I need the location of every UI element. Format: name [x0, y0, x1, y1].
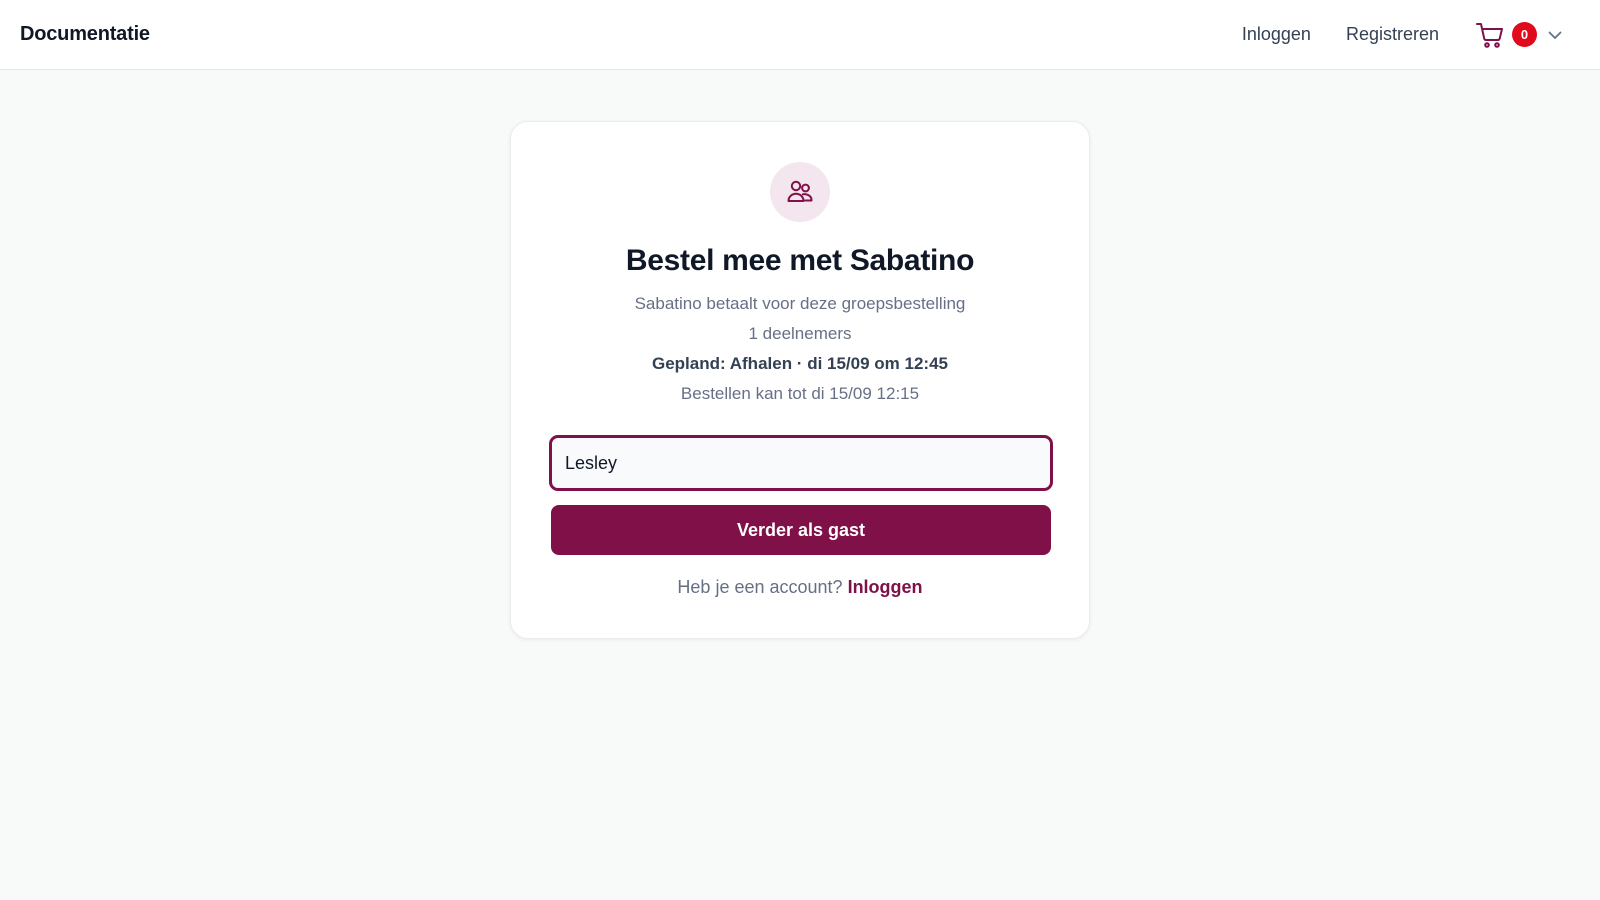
account-login-link[interactable]: Inloggen — [848, 577, 923, 597]
planned-text: Gepland: Afhalen · di 15/09 om 12:45 — [651, 354, 948, 373]
cart-count-badge: 0 — [1512, 22, 1537, 47]
users-icon-circle — [770, 162, 830, 222]
account-prompt-text: Heb je een account? — [677, 577, 843, 597]
brand-title[interactable]: Documentatie — [20, 23, 150, 46]
card-title: Bestel mee met Sabatino — [625, 244, 975, 277]
deadline-text: Bestellen kan tot di 15/09 12:15 — [680, 384, 920, 403]
account-prompt-line: Heb je een account? Inloggen — [511, 577, 1089, 598]
register-link[interactable]: Registreren — [1346, 24, 1439, 45]
participants-text: 1 deelnemers — [748, 324, 852, 343]
group-order-card: Bestel mee met Sabatino Sabatino betaalt… — [510, 121, 1090, 639]
cart-button[interactable]: 0 — [1475, 20, 1564, 50]
payer-text: Sabatino betaalt voor deze groepsbestell… — [634, 294, 966, 313]
continue-as-guest-button[interactable]: Verder als gast — [551, 505, 1051, 555]
guest-name-input[interactable] — [549, 435, 1053, 491]
login-link[interactable]: Inloggen — [1242, 24, 1311, 45]
users-icon — [787, 180, 813, 202]
top-navigation-bar: Documentatie Inloggen Registreren 0 — [0, 0, 1600, 70]
shopping-cart-icon — [1475, 20, 1505, 50]
header-actions: Inloggen Registreren 0 — [1242, 0, 1580, 69]
chevron-down-icon[interactable] — [1546, 26, 1564, 44]
